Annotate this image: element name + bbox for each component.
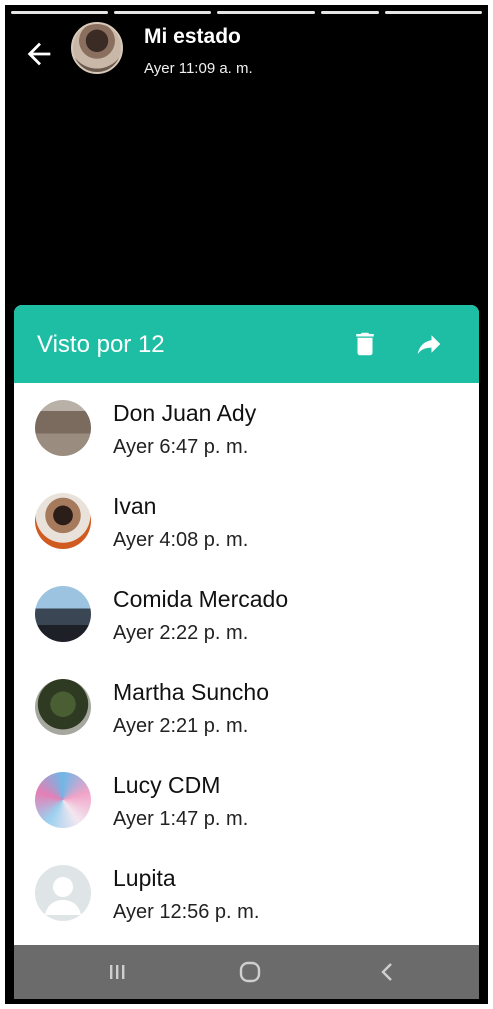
viewer-time: Ayer 2:21 p. m.: [113, 715, 249, 737]
list-item[interactable]: Don Juan Ady Ayer 6:47 p. m.: [14, 383, 479, 476]
avatar: [35, 772, 91, 828]
avatar: [35, 400, 91, 456]
viewers-header: Visto por 12: [14, 305, 479, 383]
progress-segment: [11, 11, 109, 14]
viewer-name: Don Juan Ady: [113, 400, 257, 426]
status-timestamp: Ayer 11:09 a. m.: [144, 60, 253, 77]
story-progress-bar: [11, 11, 482, 15]
viewers-count-title: Visto por 12: [37, 331, 165, 358]
list-item[interactable]: Martha Suncho Ayer 2:21 p. m.: [14, 662, 479, 755]
status-title: Mi estado: [144, 25, 241, 48]
viewer-name: Lupita: [113, 865, 176, 891]
list-item[interactable]: Lucy CDM Ayer 1:47 p. m.: [14, 755, 479, 848]
progress-segment: [114, 11, 212, 14]
share-forward-icon[interactable]: [412, 329, 446, 359]
recents-icon[interactable]: [102, 957, 132, 987]
system-nav-bar: [14, 945, 479, 999]
my-avatar: [71, 22, 123, 74]
viewer-name: Ivan: [113, 493, 157, 519]
viewer-name: Martha Suncho: [113, 679, 269, 705]
list-item[interactable]: Lupita Ayer 12:56 p. m.: [14, 848, 479, 941]
viewer-time: Ayer 4:08 p. m.: [113, 529, 249, 551]
viewers-sheet: Visto por 12 Don Juan Ady Ayer 6:47 p. m…: [14, 305, 479, 945]
progress-segment: [320, 11, 379, 14]
trash-icon[interactable]: [350, 329, 380, 359]
default-avatar-icon: [35, 865, 91, 921]
back-arrow-icon[interactable]: [22, 37, 56, 71]
viewer-time: Ayer 2:22 p. m.: [113, 622, 249, 644]
progress-segment: [384, 11, 482, 14]
viewer-time: Ayer 12:56 p. m.: [113, 901, 260, 923]
avatar: [35, 679, 91, 735]
nav-back-icon[interactable]: [373, 957, 403, 987]
avatar: [35, 493, 91, 549]
list-item[interactable]: Comida Mercado Ayer 2:22 p. m.: [14, 569, 479, 662]
viewer-name: Comida Mercado: [113, 586, 289, 612]
viewer-name: Lucy CDM: [113, 772, 221, 798]
home-icon[interactable]: [235, 957, 265, 987]
progress-segment: [217, 11, 315, 14]
list-item[interactable]: Ivan Ayer 4:08 p. m.: [14, 476, 479, 569]
avatar: [35, 586, 91, 642]
viewer-time: Ayer 1:47 p. m.: [113, 808, 249, 830]
viewer-time: Ayer 6:47 p. m.: [113, 436, 249, 458]
